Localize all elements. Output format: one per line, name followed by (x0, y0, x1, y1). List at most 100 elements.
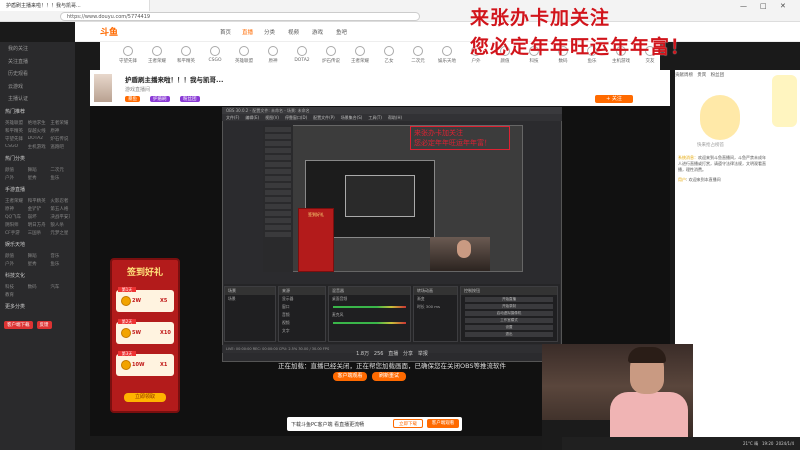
sidebar-item[interactable]: 决战平安京 (50, 214, 70, 220)
sidebar-item[interactable]: CF手游 (5, 230, 25, 236)
sidebar-item[interactable]: 数码 (28, 284, 48, 290)
sidebar-item[interactable]: 主机游戏 (28, 144, 48, 150)
sidebar-section-header[interactable]: 手游直播 (0, 183, 75, 196)
browser-tab[interactable]: 护盾刷主播来啦！！！我与凯哥... (0, 0, 150, 11)
category-11[interactable]: 娱乐天地 (431, 46, 463, 64)
sidebar-item[interactable]: 崩坏 (28, 214, 48, 220)
category-5[interactable]: 原神 (257, 46, 289, 64)
sidebar-item[interactable]: 王者荣耀 (50, 120, 70, 126)
sidebar-item[interactable]: 颜值 (5, 167, 25, 173)
sidebar-item[interactable]: QQ飞车 (5, 214, 25, 220)
sidebar-item[interactable]: 三国杀 (28, 230, 48, 236)
sidebar-item[interactable]: 鱼乐 (50, 261, 70, 267)
obs-menu-item[interactable]: 视图(V) (265, 115, 279, 120)
category-8[interactable]: 王者荣耀 (344, 46, 376, 64)
sidebar-item[interactable]: 原神 (50, 128, 70, 134)
sidebar-section-header[interactable]: 更多分类 (0, 300, 75, 313)
sidebar-item[interactable]: 原神 (5, 206, 25, 212)
side-mascot[interactable] (772, 75, 797, 127)
sidebar-row-1[interactable]: 关注直播 (0, 55, 75, 68)
site-logo[interactable]: 斗鱼 (100, 25, 118, 38)
sidebar-item[interactable]: 星秀 (28, 175, 48, 181)
sidebar-item[interactable]: 英雄联盟 (5, 120, 25, 126)
refresh-button[interactable]: 刷新重试 (372, 372, 406, 381)
nav-yuba[interactable]: 鱼吧 (336, 28, 347, 36)
sidebar-row-2[interactable]: 历史观看 (0, 67, 75, 80)
obs-menu-item[interactable]: 文件(F) (226, 115, 239, 120)
sidebar-section-header[interactable]: 娱乐天地 (0, 238, 75, 251)
obs-panel-item[interactable]: 桌面音频 (329, 295, 410, 303)
sidebar-item[interactable]: 和平精英 (28, 198, 48, 204)
sidebar-item[interactable]: 星秀 (28, 261, 48, 267)
sidebar-item[interactable]: 二次元 (50, 167, 70, 173)
obs-menu-item[interactable]: 停靠窗口(D) (285, 115, 307, 120)
sidebar-bottom-button-0[interactable]: 客户端下载 (4, 320, 33, 329)
category-1[interactable]: 王者荣耀 (141, 46, 173, 64)
obs-panel-item[interactable]: 渐变 (414, 295, 457, 303)
obs-menu-item[interactable]: 场景集合(S) (341, 115, 363, 120)
sidebar-item[interactable]: 元梦之星 (50, 230, 70, 236)
sidebar-bottom-button-1[interactable]: 反馈 (36, 320, 52, 329)
obs-panel-item[interactable]: 文字 (279, 327, 325, 335)
sidebar-item[interactable]: CSGO (5, 144, 25, 150)
streamer-avatar[interactable] (94, 74, 112, 102)
sidebar-item[interactable]: 绝地求生 (28, 120, 48, 126)
obs-control-button[interactable]: 开始录制 (465, 304, 553, 309)
obs-panel-item[interactable]: 显示器 (279, 295, 325, 303)
sidebar-item[interactable]: 颜值 (5, 253, 25, 259)
category-4[interactable]: 英雄联盟 (228, 46, 260, 64)
sidebar-item[interactable]: 科技 (5, 284, 25, 290)
sidebar-item[interactable]: DOTA2 (28, 136, 48, 142)
sidebar-section-header[interactable]: 热门分类 (0, 152, 75, 165)
sidebar-section-header[interactable]: 热门推荐 (0, 105, 75, 118)
obs-panel-item[interactable]: 视频 (279, 319, 325, 327)
stat-share[interactable]: 分享 (403, 351, 413, 357)
nav-home[interactable]: 首页 (220, 28, 231, 36)
sidebar-item[interactable]: 第五人格 (50, 206, 70, 212)
sidebar-row-3[interactable]: 云游戏 (0, 80, 75, 93)
sidebar-item[interactable]: 汽车 (50, 284, 70, 290)
obs-menu-item[interactable]: 编辑(E) (245, 115, 259, 120)
tab-vip[interactable]: 贵宾 (697, 73, 706, 78)
category-2[interactable]: 和平精英 (170, 46, 202, 64)
nav-live[interactable]: 直播 (242, 28, 253, 36)
follow-button[interactable]: + 关注 (595, 95, 633, 103)
sidebar-item[interactable]: 阴阳师 (5, 222, 25, 228)
sidebar-item[interactable]: 音乐 (50, 253, 70, 259)
obs-menu-item[interactable]: 工具(T) (368, 115, 382, 120)
category-3[interactable]: CSGO (199, 46, 231, 63)
sidebar-item[interactable]: 明日方舟 (28, 222, 48, 228)
sidebar-item[interactable]: 户外 (5, 261, 25, 267)
minimize-icon[interactable]: — (740, 2, 747, 10)
sidebar-item[interactable]: 教育 (5, 292, 25, 298)
download-now-button[interactable]: 立即下载 (393, 419, 423, 428)
sidebar-item[interactable]: 火影忍者 (50, 198, 70, 204)
obs-menu-item[interactable]: 帮助(H) (388, 115, 402, 120)
sidebar-item[interactable]: 鱼乐 (50, 175, 70, 181)
obs-control-button[interactable]: 退出 (465, 332, 553, 337)
sidebar-item[interactable]: 狼人杀 (50, 222, 70, 228)
sidebar-item[interactable]: 逃跑吧 (50, 144, 70, 150)
obs-panel-item[interactable]: 麦克风 (329, 311, 410, 319)
obs-menu-item[interactable]: 配置文件(P) (313, 115, 335, 120)
stream-category[interactable]: 游戏直播间 (125, 86, 150, 93)
stat-report[interactable]: 举报 (418, 351, 428, 357)
sidebar-item[interactable]: 舞蹈 (28, 167, 48, 173)
obs-panel-item[interactable]: 音频 (279, 311, 325, 319)
download-client-button[interactable]: 客户端观看 (427, 419, 459, 428)
promo-claim-button[interactable]: 立即领取 (124, 393, 166, 402)
sidebar-row-0[interactable]: 我的关注 (0, 42, 75, 55)
nav-category[interactable]: 分类 (264, 28, 275, 36)
obs-control-button[interactable]: 工作室模式 (465, 318, 553, 323)
sidebar-item[interactable]: 炉石传说 (50, 136, 70, 142)
client-watch-button[interactable]: 客户端观看 (333, 372, 367, 381)
sidebar-item[interactable]: 金铲铲 (28, 206, 48, 212)
category-9[interactable]: 乙女 (373, 46, 405, 64)
category-6[interactable]: DOTA2 (286, 46, 318, 63)
sidebar-item[interactable]: 王者荣耀 (5, 198, 25, 204)
close-icon[interactable]: ✕ (780, 2, 786, 10)
category-7[interactable]: 炉石传说 (315, 46, 347, 64)
sidebar-item[interactable]: 舞蹈 (28, 253, 48, 259)
nav-video[interactable]: 视频 (288, 28, 299, 36)
maximize-icon[interactable]: □ (760, 2, 767, 10)
